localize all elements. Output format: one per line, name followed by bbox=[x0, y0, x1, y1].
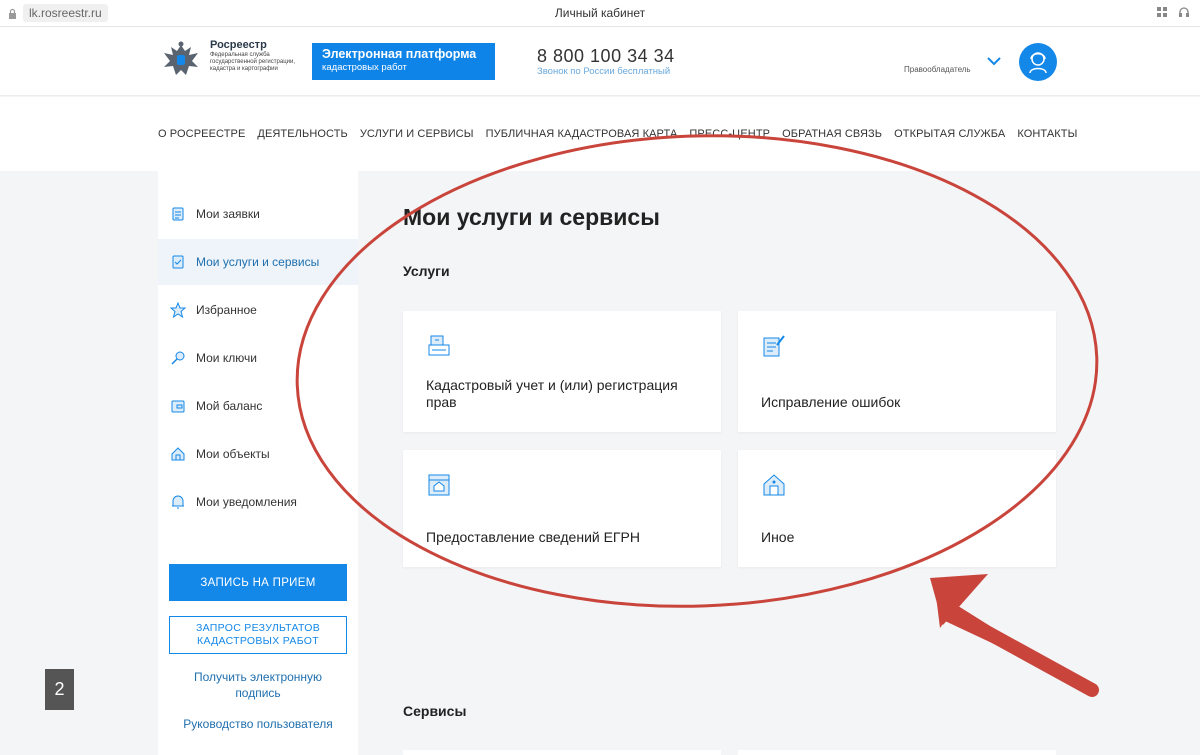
sidebar-item-label: Мои объекты bbox=[196, 447, 270, 461]
sidebar-item-favorites[interactable]: Избранное bbox=[158, 287, 358, 333]
sidebar-item-label: Мои заявки bbox=[196, 207, 260, 221]
annotation-arrow bbox=[930, 574, 1099, 697]
nav-item-open-service[interactable]: ОТКРЫТАЯ СЛУЖБА bbox=[894, 128, 1005, 140]
nav-item-activity[interactable]: ДЕЯТЕЛЬНОСТЬ bbox=[257, 128, 347, 140]
sidebar-item-label: Мои услуги и сервисы bbox=[196, 255, 320, 269]
platform-subtitle: кадастровых работ bbox=[322, 62, 407, 73]
platform-banner[interactable]: Электронная платформа кадастровых работ bbox=[312, 43, 495, 80]
hotline: 8 800 100 34 34 Звонок по России бесплат… bbox=[537, 46, 675, 78]
card-cadastre[interactable]: Кадастровый учет и (или) регистрация пра… bbox=[403, 311, 721, 432]
page-title: Мои услуги и сервисы bbox=[403, 204, 660, 230]
other-house-icon bbox=[763, 474, 785, 496]
card-label: Кадастровый учет и (или) регистрация пра… bbox=[426, 377, 678, 410]
card-partial[interactable] bbox=[738, 750, 1056, 755]
get-signature-link[interactable]: Получить электронную подпись bbox=[158, 669, 358, 701]
house-icon bbox=[171, 447, 185, 461]
browser-icons bbox=[1156, 6, 1190, 18]
window-title: Личный кабинет bbox=[554, 6, 646, 20]
button-line-2: КАДАСТРОВЫХ РАБОТ bbox=[197, 635, 319, 647]
rosreestr-logo[interactable]: Росреестр Федеральная служба государстве… bbox=[158, 39, 300, 85]
site-header: Росреестр Федеральная служба государстве… bbox=[0, 27, 1200, 96]
logo-subtitle: Федеральная служба государственной регис… bbox=[210, 52, 295, 72]
headphones-icon[interactable] bbox=[1178, 6, 1190, 18]
register-icon bbox=[428, 474, 450, 496]
user-icon bbox=[1029, 52, 1047, 74]
avatar[interactable] bbox=[1019, 43, 1057, 81]
platform-title: Электронная платформа bbox=[322, 47, 477, 61]
services-heading: Услуги bbox=[403, 263, 450, 279]
card-egrn[interactable]: Предоставление сведений ЕГРН bbox=[403, 450, 721, 567]
phone-note: Звонок по России бесплатный bbox=[537, 66, 671, 77]
main-navigation: О РОСРЕЕСТРЕ ДЕЯТЕЛЬНОСТЬ УСЛУГИ И СЕРВИ… bbox=[0, 97, 1200, 171]
emblem-icon bbox=[164, 41, 198, 75]
sidebar-item-label: Мой баланс bbox=[196, 399, 263, 413]
card-error-fix[interactable]: Исправление ошибок bbox=[738, 311, 1056, 432]
wallet-icon bbox=[171, 400, 185, 413]
sidebar-item-label: Избранное bbox=[196, 303, 257, 317]
tools-heading: Сервисы bbox=[403, 703, 467, 719]
sidebar-item-balance[interactable]: Мой баланс bbox=[158, 383, 358, 429]
nav-item-services[interactable]: УСЛУГИ И СЕРВИСЫ bbox=[360, 128, 474, 140]
page-number-badge: 2 bbox=[45, 669, 74, 710]
nav-item-public-map[interactable]: ПУБЛИЧНАЯ КАДАСТРОВАЯ КАРТА bbox=[486, 128, 678, 140]
cadastral-results-button[interactable]: ЗАПРОС РЕЗУЛЬТАТОВ КАДАСТРОВЫХ РАБОТ bbox=[169, 616, 347, 654]
star-icon bbox=[170, 302, 186, 318]
card-label: Предоставление сведений ЕГРН bbox=[426, 529, 640, 545]
button-line-1: ЗАПРОС РЕЗУЛЬТАТОВ bbox=[195, 622, 321, 634]
chevron-down-icon[interactable] bbox=[986, 55, 1002, 67]
link-text: Получить электронную подпись bbox=[193, 670, 323, 700]
sidebar-item-notifications[interactable]: Мои уведомления bbox=[158, 479, 358, 525]
cadastre-icon bbox=[428, 335, 450, 356]
phone-number[interactable]: 8 800 100 34 34 bbox=[537, 46, 675, 66]
nav-item-press[interactable]: ПРЕСС-ЦЕНТР bbox=[689, 128, 770, 140]
user-role: Правообладатель bbox=[904, 65, 971, 74]
document-icon bbox=[172, 207, 184, 221]
card-other[interactable]: Иное bbox=[738, 450, 1056, 567]
user-manual-link[interactable]: Руководство пользователя bbox=[158, 717, 358, 731]
extensions-icon[interactable] bbox=[1156, 6, 1168, 18]
card-partial[interactable] bbox=[403, 750, 721, 755]
card-label: Исправление ошибок bbox=[761, 394, 901, 410]
checklist-icon bbox=[172, 255, 184, 269]
card-label: Иное bbox=[761, 529, 795, 545]
edit-document-icon bbox=[763, 335, 785, 357]
sidebar-item-label: Мои ключи bbox=[196, 351, 257, 365]
appointment-button[interactable]: ЗАПИСЬ НА ПРИЕМ bbox=[169, 564, 347, 601]
nav-item-about[interactable]: О РОСРЕЕСТРЕ bbox=[158, 128, 245, 140]
logo-name: Росреестр bbox=[210, 39, 267, 51]
browser-bar: lk.rosreestr.ru Личный кабинет bbox=[0, 0, 1200, 27]
key-icon bbox=[171, 351, 185, 365]
sidebar: Мои заявки Мои услуги и сервисы Избранно… bbox=[158, 171, 358, 755]
bell-icon bbox=[172, 495, 184, 509]
sidebar-item-requests[interactable]: Мои заявки bbox=[158, 191, 358, 237]
sidebar-item-objects[interactable]: Мои объекты bbox=[158, 431, 358, 477]
sidebar-item-keys[interactable]: Мои ключи bbox=[158, 335, 358, 381]
nav-item-contacts[interactable]: КОНТАКТЫ bbox=[1017, 128, 1077, 140]
sidebar-item-label: Мои уведомления bbox=[196, 495, 297, 509]
sidebar-item-services[interactable]: Мои услуги и сервисы bbox=[158, 239, 358, 285]
nav-item-feedback[interactable]: ОБРАТНАЯ СВЯЗЬ bbox=[782, 128, 882, 140]
